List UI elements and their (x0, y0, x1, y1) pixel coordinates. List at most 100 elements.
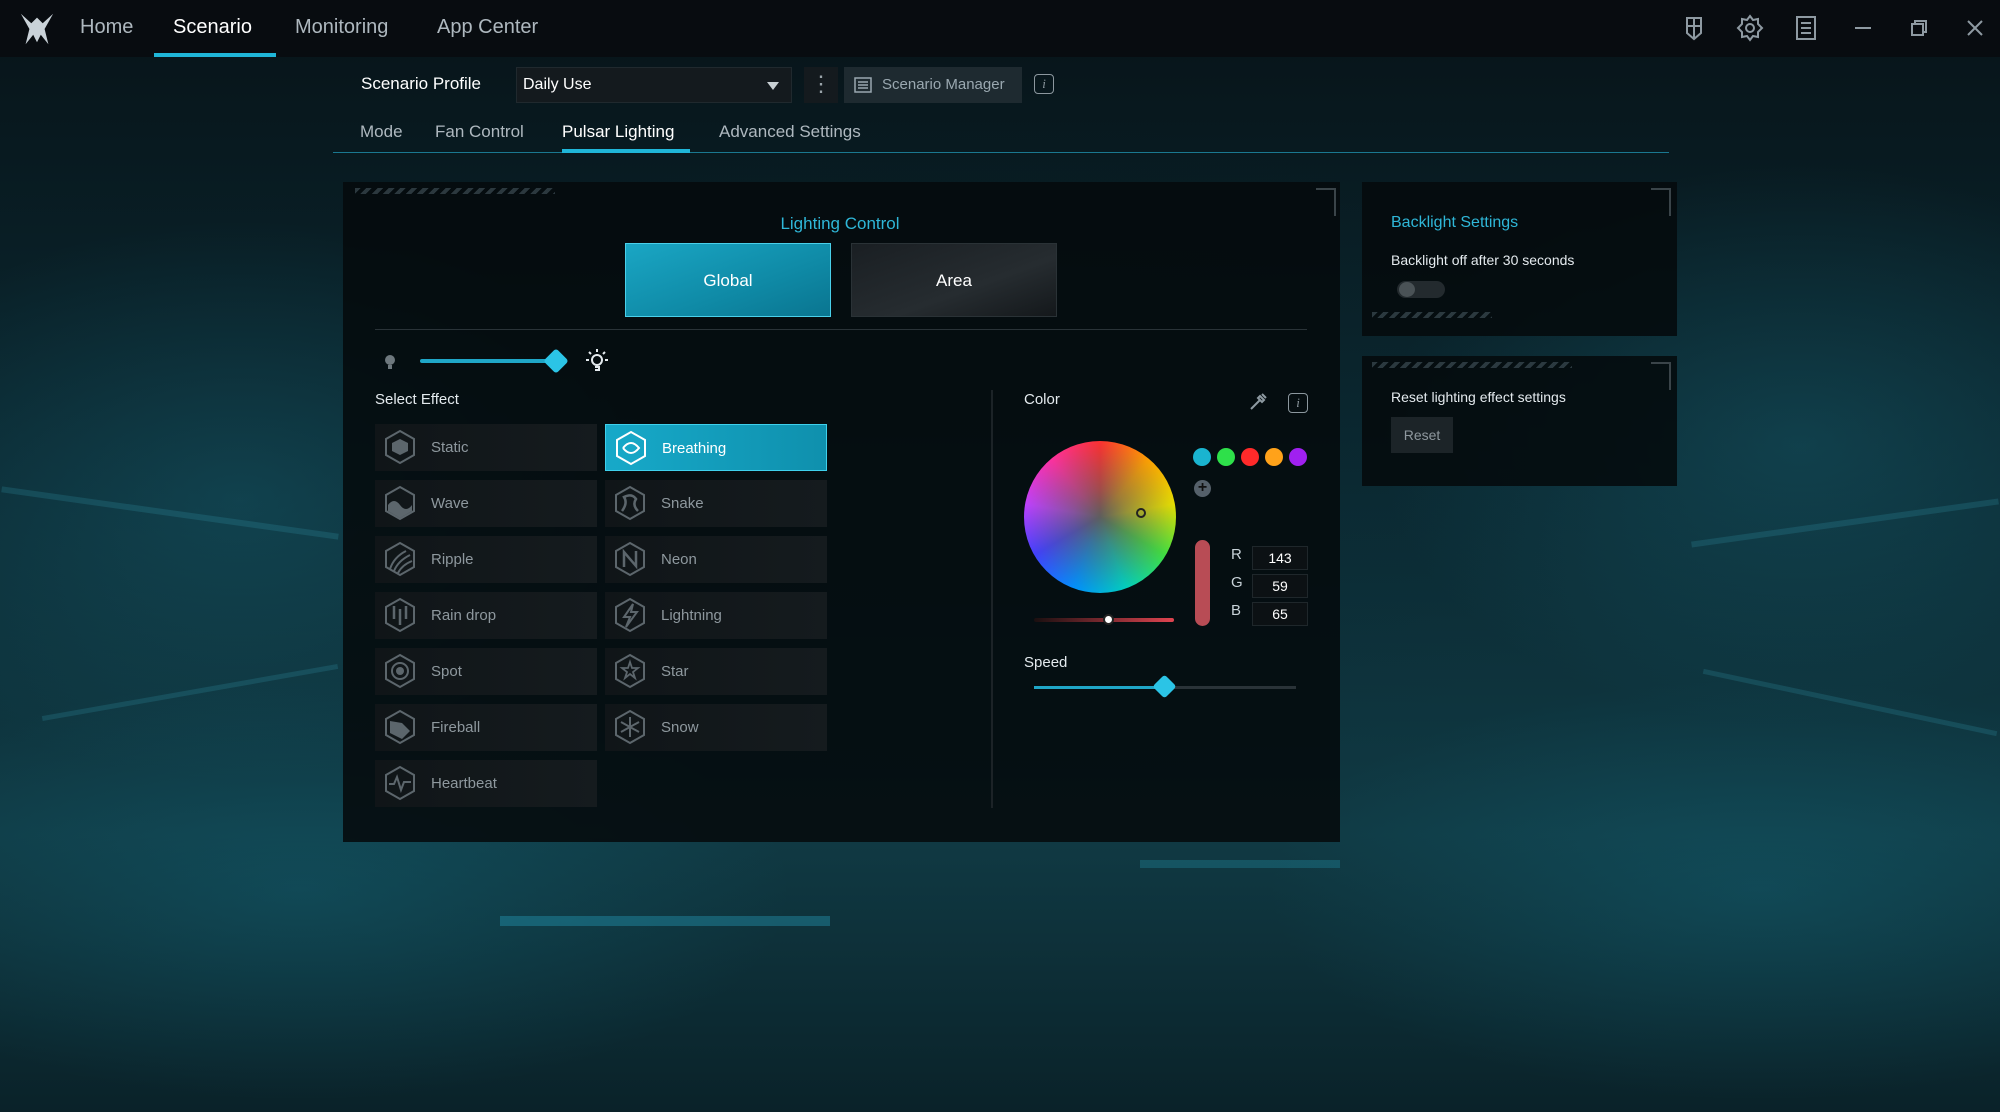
keyboard-shield-icon[interactable] (1679, 13, 1709, 43)
effect-spot[interactable]: Spot (375, 648, 597, 695)
snake-icon (615, 485, 645, 521)
tab-advanced-settings[interactable]: Advanced Settings (719, 122, 861, 142)
color-swatch[interactable] (1265, 448, 1283, 466)
color-info-icon[interactable]: i (1288, 393, 1308, 413)
neon-icon (615, 541, 645, 577)
effect-label: Ripple (431, 551, 474, 568)
effect-label: Heartbeat (431, 775, 497, 792)
panel-corner-decoration (1651, 188, 1671, 216)
speed-label: Speed (1024, 654, 1068, 671)
backlight-off-text: Backlight off after 30 seconds (1391, 252, 1575, 268)
close-icon[interactable] (1960, 13, 1990, 43)
area-mode-button[interactable]: Area (851, 243, 1057, 317)
color-swatch[interactable] (1193, 448, 1211, 466)
effect-label: Fireball (431, 719, 481, 736)
effect-snow[interactable]: Snow (605, 704, 827, 751)
global-mode-button[interactable]: Global (625, 243, 831, 317)
effect-wave[interactable]: Wave (375, 480, 597, 527)
wave-icon (385, 485, 415, 521)
reset-button[interactable]: Reset (1391, 417, 1453, 453)
effect-static[interactable]: Static (375, 424, 597, 471)
rain-drop-icon (385, 597, 415, 633)
backlight-toggle[interactable] (1397, 281, 1445, 298)
scenario-profile-label: Scenario Profile (361, 74, 482, 93)
lightning-icon (615, 597, 645, 633)
red-input[interactable]: 143 (1252, 546, 1308, 570)
tab-mode[interactable]: Mode (360, 122, 403, 142)
panel-corner-decoration (1316, 188, 1336, 216)
reset-lighting-text: Reset lighting effect settings (1391, 389, 1566, 405)
list-icon (854, 77, 872, 93)
effect-label: Rain drop (431, 607, 497, 624)
restore-icon[interactable] (1904, 13, 1934, 43)
effect-label: Breathing (662, 440, 727, 457)
green-label: G (1231, 574, 1243, 591)
effect-heartbeat[interactable]: Heartbeat (375, 760, 597, 807)
subtab-active-indicator (562, 149, 690, 153)
red-label: R (1231, 546, 1242, 563)
effect-label: Neon (661, 551, 697, 568)
blue-input[interactable]: 65 (1252, 602, 1308, 626)
spot-icon (385, 653, 415, 689)
info-icon[interactable]: i (1034, 74, 1054, 94)
effect-lightning[interactable]: Lightning (605, 592, 827, 639)
nav-active-indicator (154, 53, 276, 57)
green-input[interactable]: 59 (1252, 574, 1308, 598)
brightness-low-icon (385, 355, 395, 369)
add-color-icon[interactable]: + (1194, 480, 1211, 497)
select-effect-label: Select Effect (375, 391, 459, 408)
scenario-manager-button[interactable]: Scenario Manager (844, 67, 1022, 103)
effect-breathing[interactable]: Breathing (605, 424, 827, 471)
more-options-icon[interactable]: ⋮ (804, 67, 838, 103)
cube-icon (385, 429, 415, 465)
nav-monitoring[interactable]: Monitoring (295, 16, 388, 56)
effect-label: Snake (661, 495, 704, 512)
lighting-control-title: Lighting Control (780, 214, 900, 233)
scenario-profile-select[interactable]: Daily Use (516, 67, 792, 103)
subtab-divider (333, 152, 1669, 153)
effect-fireball[interactable]: Fireball (375, 704, 597, 751)
tab-pulsar-lighting[interactable]: Pulsar Lighting (562, 122, 674, 142)
color-swatch[interactable] (1241, 448, 1259, 466)
color-value-slider-handle[interactable] (1103, 614, 1114, 625)
effect-star[interactable]: Star (605, 648, 827, 695)
color-swatch[interactable] (1217, 448, 1235, 466)
nav-app-center[interactable]: App Center (437, 16, 538, 56)
snowflake-icon (615, 709, 645, 745)
speed-slider-fill (1034, 686, 1165, 689)
nav-scenario[interactable]: Scenario (173, 16, 252, 56)
panel-corner-decoration (1651, 362, 1671, 390)
effect-label: Snow (661, 719, 699, 736)
nav-home[interactable]: Home (80, 16, 133, 56)
effect-label: Lightning (661, 607, 722, 624)
toggle-knob (1399, 282, 1415, 297)
effect-rain-drop[interactable]: Rain drop (375, 592, 597, 639)
eyedropper-icon[interactable] (1248, 390, 1270, 412)
brightness-slider-track[interactable] (420, 359, 557, 363)
notes-list-icon[interactable] (1791, 13, 1821, 43)
settings-gear-icon[interactable] (1735, 13, 1765, 43)
effect-label: Spot (431, 663, 462, 680)
vertical-divider (991, 390, 993, 808)
effect-snake[interactable]: Snake (605, 480, 827, 527)
divider (375, 329, 1307, 330)
effect-ripple[interactable]: Ripple (375, 536, 597, 583)
breathing-icon (616, 430, 646, 466)
color-wheel[interactable] (1024, 441, 1176, 593)
predator-logo-icon (20, 13, 54, 45)
panel-decoration (1372, 312, 1492, 318)
heartbeat-icon (385, 765, 415, 801)
chevron-down-icon (767, 82, 779, 90)
effect-neon[interactable]: Neon (605, 536, 827, 583)
scenario-profile-value: Daily Use (523, 76, 592, 93)
color-swatch[interactable] (1289, 448, 1307, 466)
effect-label: Wave (431, 495, 469, 512)
tab-fan-control[interactable]: Fan Control (435, 122, 524, 142)
brightness-high-icon (586, 349, 608, 371)
color-preview (1195, 540, 1210, 626)
color-wheel-handle[interactable] (1136, 508, 1146, 518)
star-icon (615, 653, 645, 689)
panel-decoration (355, 188, 555, 194)
scenario-manager-label: Scenario Manager (882, 76, 1005, 93)
minimize-icon[interactable] (1848, 13, 1878, 43)
